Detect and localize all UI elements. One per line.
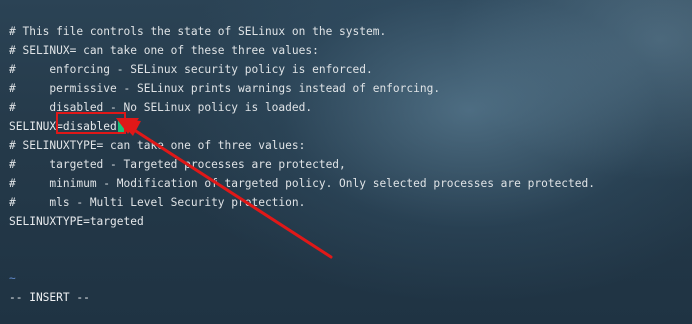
buffer-line: # SELINUXTYPE= can take one of three val…	[9, 139, 306, 152]
buffer-line: # targeted - Targeted processes are prot…	[9, 158, 346, 171]
buffer-line: # permissive - SELinux prints warnings i…	[9, 82, 441, 95]
buffer-line: # enforcing - SELinux security policy is…	[9, 63, 373, 76]
empty-line-tilde: ~	[9, 272, 16, 285]
buffer-line-selinuxtype-setting: SELINUXTYPE=targeted	[9, 215, 144, 228]
buffer-line-empty	[9, 250, 595, 269]
annotation-highlight-box	[56, 112, 126, 134]
vim-editor-buffer[interactable]: # This file controls the state of SELinu…	[9, 22, 595, 288]
vim-mode-indicator: -- INSERT --	[9, 291, 90, 304]
buffer-line: # This file controls the state of SELinu…	[9, 25, 387, 38]
buffer-line: # mls - Multi Level Security protection.	[9, 196, 306, 209]
buffer-line-empty	[9, 231, 595, 250]
buffer-line: # minimum - Modification of targeted pol…	[9, 177, 595, 190]
buffer-line: # SELINUX= can take one of these three v…	[9, 44, 319, 57]
